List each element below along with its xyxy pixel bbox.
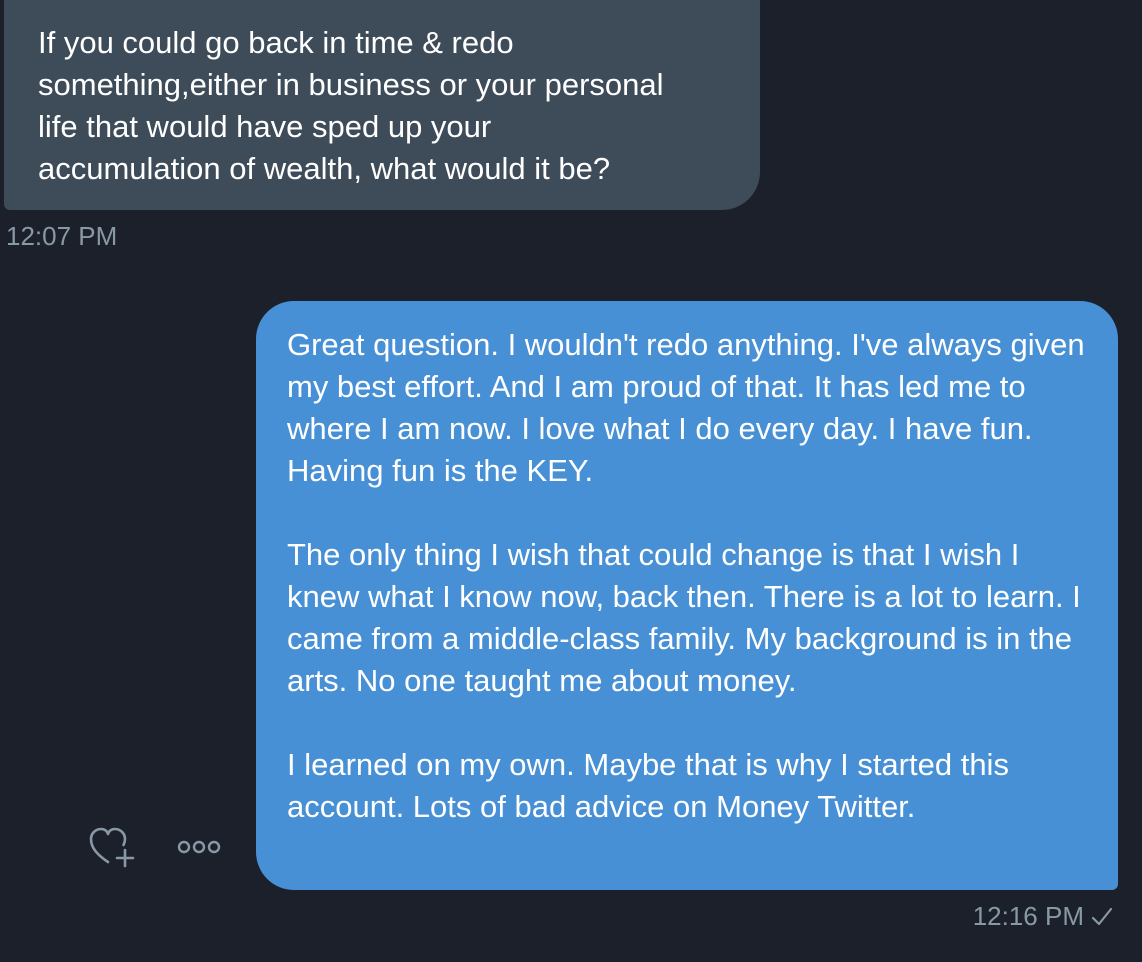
sent-message-text: Great question. I wouldn't redo anything… <box>287 324 1097 828</box>
message-thread: If you could go back in time & redo some… <box>0 0 1142 962</box>
sent-message-meta: 12:16 PM <box>973 900 1114 932</box>
sent-message-timestamp: 12:16 PM <box>972 901 1084 931</box>
received-message-timestamp: 12:07 PM <box>6 221 118 251</box>
received-message-bubble[interactable]: If you could go back in time & redo some… <box>4 0 760 210</box>
sent-message-bubble[interactable]: Great question. I wouldn't redo anything… <box>256 301 1118 890</box>
received-message-text: If you could go back in time & redo some… <box>38 25 664 186</box>
heart-plus-icon <box>89 827 135 868</box>
check-icon <box>1090 904 1114 928</box>
more-options-icon <box>177 840 221 854</box>
sent-message-paragraph: The only thing I wish that could change … <box>287 537 1081 698</box>
more-options-button[interactable] <box>174 834 224 860</box>
add-reaction-button[interactable] <box>88 824 140 870</box>
sent-message-paragraph: I learned on my own. Maybe that is why I… <box>287 747 1009 824</box>
sent-message-paragraph: Great question. I wouldn't redo anything… <box>287 327 1085 488</box>
